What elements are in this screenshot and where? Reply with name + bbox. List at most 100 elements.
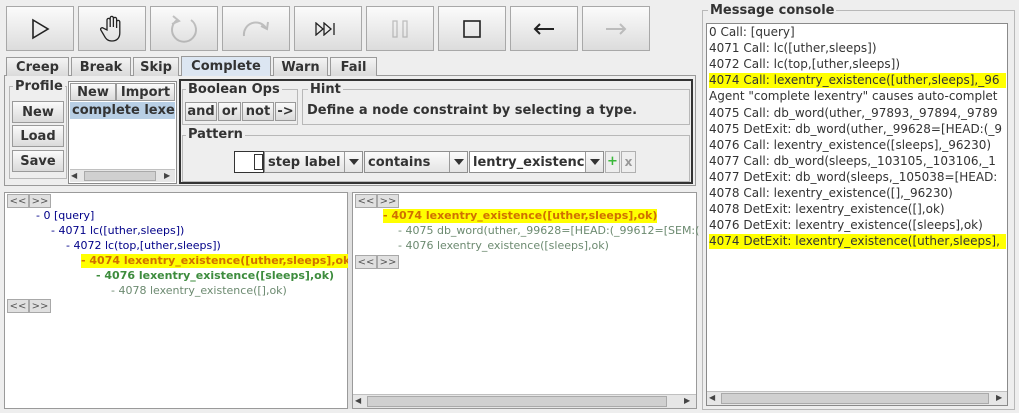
- console-horizontal-scrollbar[interactable]: ◀ ▶: [707, 391, 1007, 405]
- console-line: Agent "complete lexentry" causes auto-co…: [709, 89, 998, 104]
- console-line: 4074 Call: lexentry_existence([uther,sle…: [709, 73, 1006, 89]
- subtree-back-button[interactable]: <<: [355, 255, 377, 269]
- remove-constraint-button[interactable]: x: [621, 151, 636, 173]
- scroll-thumb[interactable]: [721, 393, 989, 404]
- console-title: Message console: [708, 3, 837, 18]
- scroll-left-arrow-icon[interactable]: ◀: [71, 171, 81, 181]
- scroll-right-arrow-icon[interactable]: ▶: [164, 171, 174, 181]
- subtree-back-button[interactable]: <<: [355, 194, 377, 208]
- console-line: 4076 DetExit: lexentry_existence([sleeps…: [709, 218, 983, 233]
- subtree-node[interactable]: - 4076 lexentry_existence([sleeps],ok): [398, 239, 609, 253]
- tree-node[interactable]: - 4071 lc([uther,sleeps]): [51, 224, 184, 238]
- chevron-down-icon: [449, 152, 467, 172]
- console-line: 4074 DetExit: lexentry_existence([uther,…: [709, 234, 1006, 250]
- list-new-button[interactable]: New: [70, 83, 116, 101]
- scroll-right-arrow-icon[interactable]: ▶: [996, 393, 1002, 402]
- pause-icon: [391, 19, 409, 38]
- or-button[interactable]: or: [218, 102, 241, 121]
- tree-node[interactable]: - 4076 lexentry_existence([sleeps],ok): [96, 269, 334, 283]
- tree-forward-button[interactable]: >>: [29, 299, 51, 313]
- arrow-left-icon: [532, 22, 556, 36]
- field-combo[interactable]: step label: [264, 151, 363, 173]
- subtree-forward-button[interactable]: >>: [377, 194, 399, 208]
- console-line: 0 Call: [query]: [709, 25, 795, 39]
- tree-node[interactable]: - 4072 lc(top,[uther,sleeps]): [66, 239, 221, 253]
- tab-skip[interactable]: Skip: [133, 57, 179, 76]
- tree-nav-bottom: << >>: [7, 299, 51, 313]
- subtree-node[interactable]: - 4074 lexentry_existence([uther,sleeps]…: [383, 209, 658, 223]
- tab-complete[interactable]: Complete: [181, 56, 271, 76]
- tree-node[interactable]: - 4074 lexentry_existence([uther,sleeps]…: [81, 254, 356, 268]
- field-combo-value: step label: [268, 154, 341, 170]
- skip-forward-icon: [315, 21, 341, 36]
- redo-button[interactable]: [222, 6, 290, 51]
- subtree-node[interactable]: - 4075 db_word(uther,_99628=[HEAD:(_9961…: [398, 224, 699, 238]
- stop-button[interactable]: [438, 6, 506, 51]
- subtree-horizontal-scrollbar[interactable]: ◀ ▶: [353, 394, 696, 408]
- hand-icon: [100, 15, 124, 43]
- profile-title: Profile: [13, 79, 65, 94]
- console-line: 4077 DetExit: db_word(sleeps,_105038=[HE…: [709, 169, 998, 184]
- tree-nav-top: << >>: [7, 194, 51, 208]
- stop-icon: [463, 19, 481, 38]
- list-horizontal-scrollbar[interactable]: ◀ ▶: [70, 169, 175, 182]
- boolean-ops-title: Boolean Ops: [186, 82, 282, 97]
- pattern-checkbox[interactable]: [234, 151, 264, 173]
- subtree-nav-top: << >>: [355, 194, 399, 208]
- console-line: 4075 Call: db_word(uther,_97893,_97894,_…: [709, 105, 998, 120]
- and-button[interactable]: and: [185, 102, 217, 121]
- scroll-thumb[interactable]: [84, 171, 156, 181]
- hint-title: Hint: [308, 82, 343, 97]
- console-line: 4078 DetExit: lexentry_existence([],ok): [709, 202, 945, 217]
- scroll-right-arrow-icon[interactable]: ▶: [684, 396, 690, 405]
- tree-forward-button[interactable]: >>: [29, 194, 51, 208]
- tree-back-button[interactable]: <<: [7, 194, 29, 208]
- chevron-down-icon: [344, 152, 362, 172]
- checkbox-box: [254, 154, 263, 170]
- profile-save-button[interactable]: Save: [12, 150, 64, 172]
- arrow-right-icon: [604, 22, 628, 36]
- hint-text: Define a node constraint by selecting a …: [307, 103, 638, 118]
- fast-forward-button[interactable]: [294, 6, 362, 51]
- scroll-left-arrow-icon[interactable]: ◀: [709, 393, 715, 402]
- scroll-thumb[interactable]: [367, 396, 667, 407]
- tab-break[interactable]: Break: [71, 57, 131, 76]
- tab-fail[interactable]: Fail: [330, 57, 377, 76]
- pause-button[interactable]: [366, 6, 434, 51]
- tab-warn[interactable]: Warn: [273, 57, 328, 76]
- console-line: 4072 Call: lc(top,[uther,sleeps]): [709, 57, 901, 72]
- implies-button[interactable]: ->: [275, 102, 296, 121]
- value-combo[interactable]: lentry_existence: [469, 151, 604, 173]
- subtree-forward-button[interactable]: >>: [377, 255, 399, 269]
- profile-load-button[interactable]: Load: [12, 125, 64, 147]
- operator-combo[interactable]: contains: [364, 151, 468, 173]
- profile-new-button[interactable]: New: [12, 101, 64, 123]
- not-button[interactable]: not: [242, 102, 274, 121]
- console-line: 4077 Call: db_word(sleeps,_103105,_10310…: [709, 153, 996, 168]
- play-button[interactable]: [6, 6, 74, 51]
- forward-button[interactable]: [582, 6, 650, 51]
- redo-icon: [241, 18, 271, 40]
- tree-node[interactable]: - 0 [query]: [36, 209, 94, 223]
- console-line: 4076 Call: lexentry_existence([sleeps],_…: [709, 137, 992, 152]
- subtree-nav-bottom: << >>: [355, 255, 399, 269]
- console-line: 4075 DetExit: db_word(uther,_99628=[HEAD…: [709, 121, 1003, 136]
- operator-combo-value: contains: [368, 154, 431, 170]
- reset-button[interactable]: [150, 6, 218, 51]
- undo-icon: [167, 12, 201, 46]
- add-constraint-button[interactable]: +: [605, 151, 620, 173]
- stop-hand-button[interactable]: [78, 6, 146, 51]
- value-combo-text[interactable]: lentry_existence: [470, 155, 585, 170]
- scroll-left-arrow-icon[interactable]: ◀: [355, 396, 361, 405]
- back-button[interactable]: [510, 6, 578, 51]
- tree-back-button[interactable]: <<: [7, 299, 29, 313]
- chevron-down-icon: [585, 152, 603, 172]
- pattern-title: Pattern: [186, 127, 245, 142]
- tab-creep[interactable]: Creep: [6, 57, 69, 76]
- console-line: 4078 Call: lexentry_existence([],_96230): [709, 186, 953, 200]
- play-icon: [29, 18, 51, 40]
- list-item[interactable]: complete lexen: [70, 102, 175, 119]
- console-line: 4071 Call: lc([uther,sleeps]): [709, 41, 877, 56]
- tree-node[interactable]: - 4078 lexentry_existence([],ok): [111, 284, 287, 298]
- list-import-button[interactable]: Import: [116, 83, 175, 101]
